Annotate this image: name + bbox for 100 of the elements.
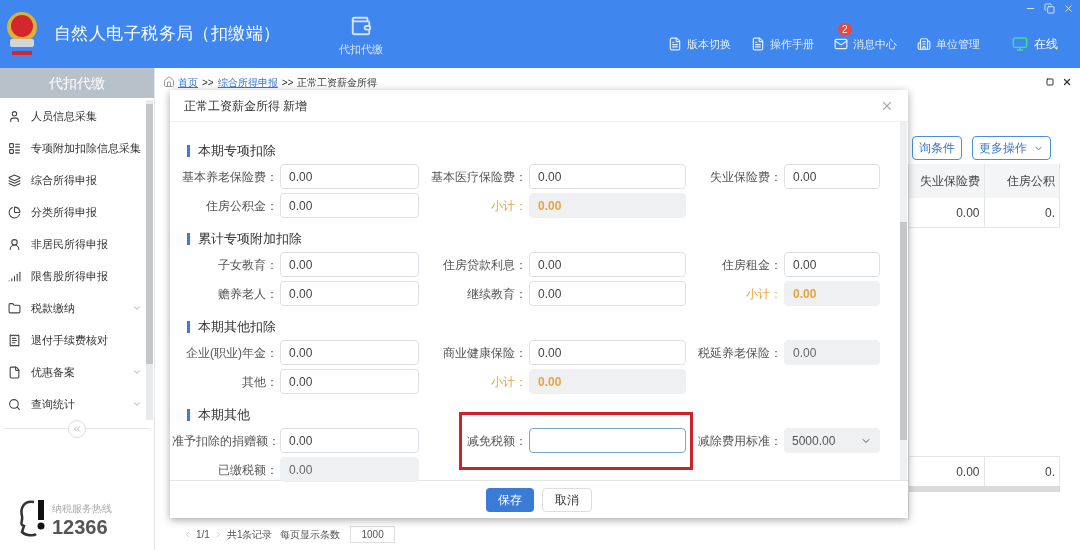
input-field[interactable]: 0.00 [280, 252, 419, 277]
hotline-number: 12366 [52, 516, 109, 538]
table-cell: 0.00 [909, 198, 985, 227]
wallet-icon [349, 14, 372, 37]
save-button[interactable]: 保存 [486, 487, 534, 512]
field-label: 准予扣除的捐赠额： [172, 432, 280, 450]
sidebar-item[interactable]: 限售股所得申报 [0, 260, 146, 292]
input-field[interactable]: 0.00 [280, 281, 419, 306]
section-marker [187, 409, 190, 421]
section-title: 本期专项扣除 [198, 142, 276, 161]
layers-icon [8, 173, 21, 187]
input-field[interactable]: 0.00 [280, 369, 419, 394]
sidebar-title: 代扣代缴 [0, 68, 154, 98]
field-label: 赡养老人： [217, 285, 279, 303]
section-marker [187, 321, 190, 333]
input-field[interactable]: 0.00 [529, 252, 686, 277]
section-marker [187, 145, 190, 157]
field-label: 住房租金： [721, 256, 783, 274]
input-field[interactable]: 0.00 [280, 164, 419, 189]
dialog-title: 正常工资薪金所得 新增 [184, 97, 308, 115]
input-field[interactable]: 0.00 [280, 193, 419, 218]
chevron-down-icon [132, 367, 142, 377]
hotline-label: 纳税服务热线 [52, 502, 112, 516]
building-icon [917, 37, 931, 51]
section-marker [187, 233, 190, 245]
sidebar-item[interactable]: 分类所得申报 [0, 196, 146, 228]
previous-page-icon[interactable] [183, 529, 192, 539]
document-icon [668, 37, 682, 51]
pie-chart-icon [8, 205, 21, 219]
folder-icon [8, 301, 21, 315]
toolbar-button[interactable]: 询条件 [912, 136, 962, 160]
breadcrumb-separator: >> [281, 75, 294, 90]
home-icon[interactable] [163, 76, 175, 88]
input-field[interactable]: 0.00 [784, 252, 880, 277]
input-field[interactable]: 0.00 [529, 340, 686, 365]
field-label: 子女教育： [217, 256, 279, 274]
sidebar-item[interactable]: 税款缴纳 [0, 292, 146, 324]
document-icon [751, 37, 765, 51]
restore-icon[interactable] [1044, 3, 1055, 14]
mail-icon [834, 37, 848, 51]
sidebar-item[interactable]: 优惠备案 [0, 356, 146, 388]
page-indicator: 1/1 [196, 527, 210, 542]
online-status[interactable]: 在线 [1012, 35, 1058, 53]
chevron-down-icon [132, 399, 142, 409]
field-label: 小计： [745, 285, 783, 303]
notification-badge: 2 [838, 22, 852, 36]
field-label: 小计： [490, 373, 528, 391]
person-icon [8, 109, 21, 123]
sidebar-item[interactable]: 综合所得申报 [0, 164, 146, 196]
collapse-button[interactable] [68, 420, 86, 438]
input-field[interactable]: 0.00 [280, 428, 419, 453]
breadcrumb-link[interactable]: 综合所得申报 [217, 74, 278, 90]
page-size-field[interactable]: 1000 [350, 525, 395, 543]
document-icon [8, 365, 21, 379]
record-count: 共1条记录 [226, 527, 273, 542]
input-field[interactable]: 0.00 [280, 457, 419, 482]
breadcrumb-current: 正常工资薪金所得 [297, 75, 378, 90]
dialog-scrollbar[interactable] [900, 122, 907, 480]
app-title: 自然人电子税务局（扣缴端） [54, 23, 281, 46]
table-cell: 0. [984, 198, 1060, 227]
input-field[interactable]: 0.00 [529, 164, 686, 189]
field-label: 其他： [241, 373, 279, 391]
input-field[interactable]: 0.00 [529, 281, 686, 306]
field-label: 已缴税额： [217, 461, 279, 479]
breadcrumb-link[interactable]: 首页 [178, 74, 198, 90]
search-icon [8, 397, 21, 411]
input-field[interactable]: 0.00 [784, 340, 880, 365]
field-label: 基本养老保险费： [181, 168, 279, 186]
input-field[interactable] [529, 428, 686, 453]
column-header: 住房公积 [984, 164, 1060, 198]
cancel-button[interactable]: 取消 [542, 487, 592, 512]
sidebar-item[interactable]: 查询统计 [0, 388, 146, 420]
sidebar-item[interactable]: 人员信息采集 [0, 100, 146, 132]
section-title: 累计专项附加扣除 [198, 230, 302, 249]
field-label: 减免税额： [466, 432, 528, 450]
sidebar-scrollbar[interactable] [146, 100, 153, 420]
field-label: 减除费用标准： [697, 432, 783, 450]
close-icon[interactable] [1062, 77, 1072, 87]
horizontal-scrollbar[interactable] [909, 486, 1060, 492]
page-size-label: 每页显示条数 [280, 527, 341, 542]
sidebar-item[interactable]: 专项附加扣除信息采集 [0, 132, 146, 164]
field-label: 小计： [490, 197, 528, 215]
receipt-icon [8, 333, 21, 347]
field-label: 住房贷款利息： [442, 256, 528, 274]
toolbar-button[interactable]: 更多操作 [972, 136, 1051, 160]
maximize-icon[interactable] [1046, 78, 1054, 86]
input-field[interactable]: 0.00 [280, 340, 419, 365]
bar-chart-icon [8, 269, 21, 283]
field-label: 基本医疗保险费： [430, 168, 528, 186]
field-label: 住房公积金： [205, 197, 279, 215]
field-label: 继续教育： [466, 285, 528, 303]
sidebar-item[interactable]: 退付手续费核对 [0, 324, 146, 356]
column-header: 失业保险费 [909, 164, 985, 198]
chevron-down-icon [132, 303, 142, 313]
select-field[interactable]: 5000.00 [784, 428, 880, 453]
field-label: 税延养老保险： [697, 344, 783, 362]
input-field[interactable]: 0.00 [784, 164, 880, 189]
field-label: 企业(职业)年金： [185, 344, 279, 362]
sidebar-item[interactable]: 非居民所得申报 [0, 228, 146, 260]
monitor-icon [1012, 36, 1028, 52]
